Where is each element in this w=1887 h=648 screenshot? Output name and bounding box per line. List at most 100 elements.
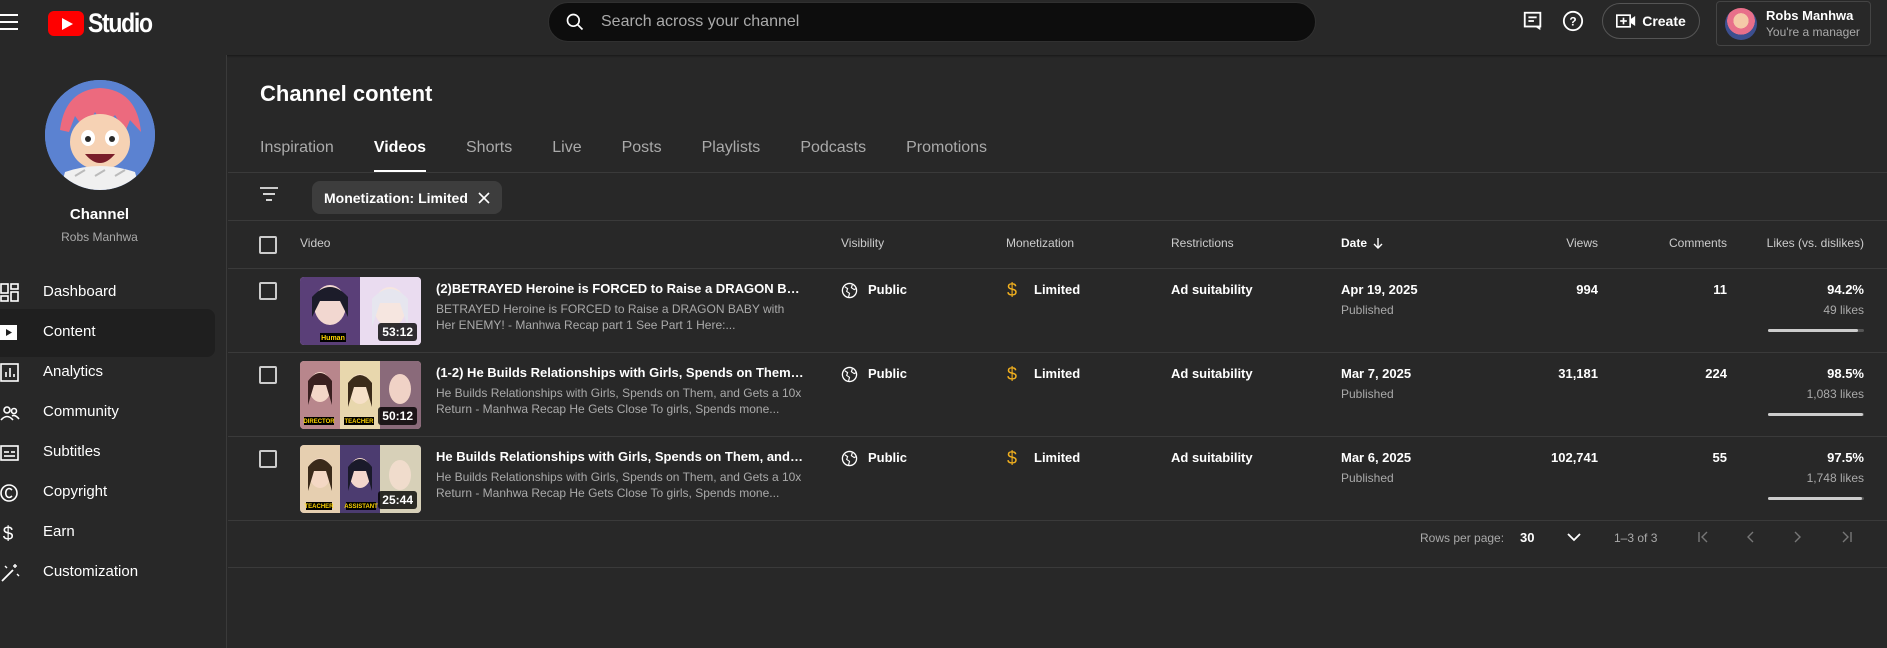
content-tabs: Inspiration Videos Shorts Live Posts Pla… — [260, 139, 1027, 173]
views-value: 102,741 — [1551, 450, 1598, 465]
tab-promotions[interactable]: Promotions — [906, 139, 987, 173]
table-row[interactable]: DIRECTOR TEACHER 50:12 (1-2) He Builds Re… — [228, 353, 1887, 437]
views-value: 31,181 — [1558, 366, 1598, 381]
search-placeholder: Search across your channel — [601, 13, 800, 30]
account-switcher[interactable]: Robs Manhwa You're a manager — [1716, 1, 1871, 46]
last-page-icon[interactable] — [1839, 531, 1853, 543]
video-title[interactable]: He Builds Relationships with Girls, Spen… — [436, 449, 806, 464]
search-input[interactable]: Search across your channel — [548, 2, 1316, 42]
row-checkbox[interactable] — [259, 450, 277, 468]
table-row[interactable]: TEACHER ASSISTANT 25:44 He Builds Relatio… — [228, 437, 1887, 521]
sidebar-item-label: Copyright — [43, 483, 108, 500]
visibility-value[interactable]: Public — [868, 282, 907, 297]
row-checkbox[interactable] — [259, 282, 277, 300]
help-icon[interactable]: ? — [1562, 10, 1584, 32]
video-title[interactable]: (1-2) He Builds Relationships with Girls… — [436, 365, 806, 380]
views-value: 994 — [1576, 282, 1598, 297]
rows-per-page-label: Rows per page: — [1420, 531, 1505, 545]
filter-chip-monetization[interactable]: Monetization: Limited — [312, 181, 502, 214]
likes-percent: 94.2% — [1827, 282, 1864, 297]
rows-per-page-select[interactable]: 30 — [1520, 530, 1534, 545]
divider — [228, 220, 1887, 221]
sidebar-item-label: Content — [43, 323, 96, 340]
visibility-value[interactable]: Public — [868, 366, 907, 381]
create-button[interactable]: Create — [1602, 3, 1700, 39]
tab-videos[interactable]: Videos — [373, 139, 427, 173]
earn-icon: $ — [3, 524, 14, 543]
select-all-checkbox[interactable] — [259, 236, 277, 254]
divider — [228, 172, 1887, 173]
filter-icon[interactable] — [259, 186, 279, 202]
previous-page-icon[interactable] — [1745, 531, 1755, 543]
column-header-video: Video — [300, 236, 331, 250]
comments-value: 224 — [1705, 366, 1727, 381]
monetization-value[interactable]: Limited — [1034, 282, 1080, 297]
visibility-value[interactable]: Public — [868, 450, 907, 465]
svg-text:$: $ — [3, 524, 14, 543]
tab-shorts[interactable]: Shorts — [466, 139, 512, 173]
pagination-range: 1–3 of 3 — [1614, 531, 1658, 545]
sort-arrow-down-icon — [1373, 238, 1383, 249]
community-icon — [0, 406, 20, 421]
first-page-icon[interactable] — [1697, 531, 1711, 543]
dollar-icon: $ — [1007, 364, 1017, 384]
column-header-date[interactable]: Date — [1341, 236, 1385, 250]
tab-playlists[interactable]: Playlists — [702, 139, 761, 173]
tab-podcasts[interactable]: Podcasts — [800, 139, 866, 173]
column-header-monetization: Monetization — [1006, 236, 1075, 250]
tab-inspiration[interactable]: Inspiration — [260, 139, 334, 173]
youtube-logo-icon — [48, 11, 84, 36]
svg-text:DIRECTOR: DIRECTOR — [303, 419, 335, 425]
likes-bar — [1768, 497, 1864, 500]
video-duration: 50:12 — [378, 407, 417, 425]
column-header-restrictions: Restrictions — [1171, 236, 1234, 250]
likes-percent: 98.5% — [1827, 366, 1864, 381]
analytics-icon — [0, 363, 19, 382]
tab-live[interactable]: Live — [552, 139, 581, 173]
feedback-icon[interactable] — [1522, 10, 1544, 32]
account-name: Robs Manhwa — [1766, 8, 1854, 23]
monetization-value[interactable]: Limited — [1034, 366, 1080, 381]
monetization-value[interactable]: Limited — [1034, 450, 1080, 465]
video-thumbnail[interactable]: Human 53:12 — [300, 277, 421, 345]
likes-bar-fill — [1768, 329, 1859, 332]
dollar-icon: $ — [1007, 280, 1017, 300]
comments-value: 55 — [1712, 450, 1727, 465]
restrictions-value[interactable]: Ad suitability — [1171, 282, 1253, 297]
svg-text:Human: Human — [321, 335, 345, 342]
chevron-down-icon[interactable] — [1567, 532, 1581, 542]
column-header-likes: Likes (vs. dislikes) — [1766, 236, 1864, 250]
restrictions-value[interactable]: Ad suitability — [1171, 366, 1253, 381]
close-icon[interactable] — [478, 191, 490, 204]
video-duration: 25:44 — [378, 491, 417, 509]
date-status: Published — [1341, 471, 1394, 485]
channel-avatar[interactable] — [45, 80, 155, 190]
restrictions-value[interactable]: Ad suitability — [1171, 450, 1253, 465]
row-checkbox[interactable] — [259, 366, 277, 384]
video-thumbnail[interactable]: DIRECTOR TEACHER 50:12 — [300, 361, 421, 429]
video-description: BETRAYED Heroine is FORCED to Raise a DR… — [436, 302, 785, 332]
date-status: Published — [1341, 387, 1394, 401]
sidebar-item-customization[interactable]: Customization — [0, 549, 215, 597]
likes-count: 1,083 likes — [1806, 387, 1864, 401]
likes-percent: 97.5% — [1827, 450, 1864, 465]
table-row[interactable]: Human 53:12 (2)BETRAYED Heroine is FORCE… — [228, 269, 1887, 353]
comments-value: 11 — [1713, 282, 1727, 297]
studio-logo[interactable]: Studio — [48, 8, 163, 39]
svg-text:ASSISTANT: ASSISTANT — [344, 504, 378, 510]
menu-icon[interactable] — [0, 14, 20, 30]
account-role: You're a manager — [1766, 25, 1860, 39]
video-description: He Builds Relationships with Girls, Spen… — [436, 470, 802, 500]
video-title[interactable]: (2)BETRAYED Heroine is FORCED to Raise a… — [436, 281, 806, 296]
likes-count: 1,748 likes — [1806, 471, 1864, 485]
date-value: Mar 7, 2025 — [1341, 366, 1412, 381]
dashboard-icon — [0, 283, 19, 302]
tab-posts[interactable]: Posts — [622, 139, 662, 173]
next-page-icon[interactable] — [1793, 531, 1803, 543]
channel-title: Channel — [69, 206, 130, 223]
svg-text:TEACHER: TEACHER — [304, 504, 334, 510]
column-header-views: Views — [1566, 236, 1598, 250]
date-status: Published — [1341, 303, 1394, 317]
video-thumbnail[interactable]: TEACHER ASSISTANT 25:44 — [300, 445, 421, 513]
sidebar-item-label: Dashboard — [43, 283, 117, 300]
